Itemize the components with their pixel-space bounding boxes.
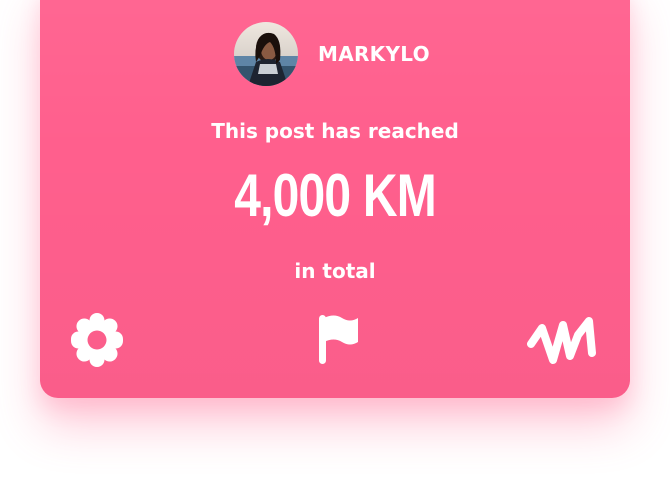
post-reach-card: MARKYLO This post has reached 4,000 KM i…: [40, 0, 630, 398]
author-row: MARKYLO: [234, 22, 430, 86]
reach-caption: This post has reached: [211, 119, 459, 143]
gear-icon[interactable]: [68, 311, 126, 369]
distance-value-text: 4,000 KM: [234, 162, 437, 229]
flag-icon[interactable]: [316, 313, 360, 365]
activity-icon[interactable]: [526, 311, 596, 369]
username[interactable]: MARKYLO: [318, 42, 430, 66]
avatar-photo: [234, 22, 298, 86]
total-caption: in total: [294, 259, 376, 283]
avatar[interactable]: [234, 22, 298, 86]
distance-value: 4,000 KM: [40, 156, 630, 236]
